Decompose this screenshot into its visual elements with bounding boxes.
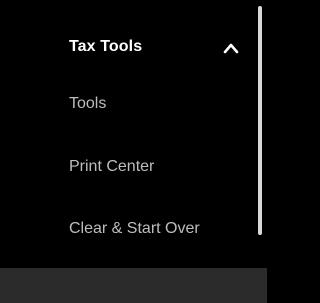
scrollbar[interactable] bbox=[258, 6, 262, 235]
section-title: Tax Tools bbox=[69, 38, 143, 55]
sidebar-item-tools[interactable]: Tools bbox=[69, 94, 106, 114]
chevron-up-icon[interactable] bbox=[223, 41, 239, 54]
footer-strip bbox=[0, 268, 267, 303]
sidebar-item-print-center[interactable]: Print Center bbox=[69, 157, 154, 177]
tax-tools-section-header[interactable]: Tax Tools bbox=[69, 35, 247, 59]
sidebar-item-clear-start-over[interactable]: Clear & Start Over bbox=[69, 219, 200, 239]
tax-tools-menu: Tax Tools Tools Print Center Clear & Sta… bbox=[0, 0, 257, 265]
sidebar-panel: Tax Tools Tools Print Center Clear & Sta… bbox=[0, 0, 267, 303]
